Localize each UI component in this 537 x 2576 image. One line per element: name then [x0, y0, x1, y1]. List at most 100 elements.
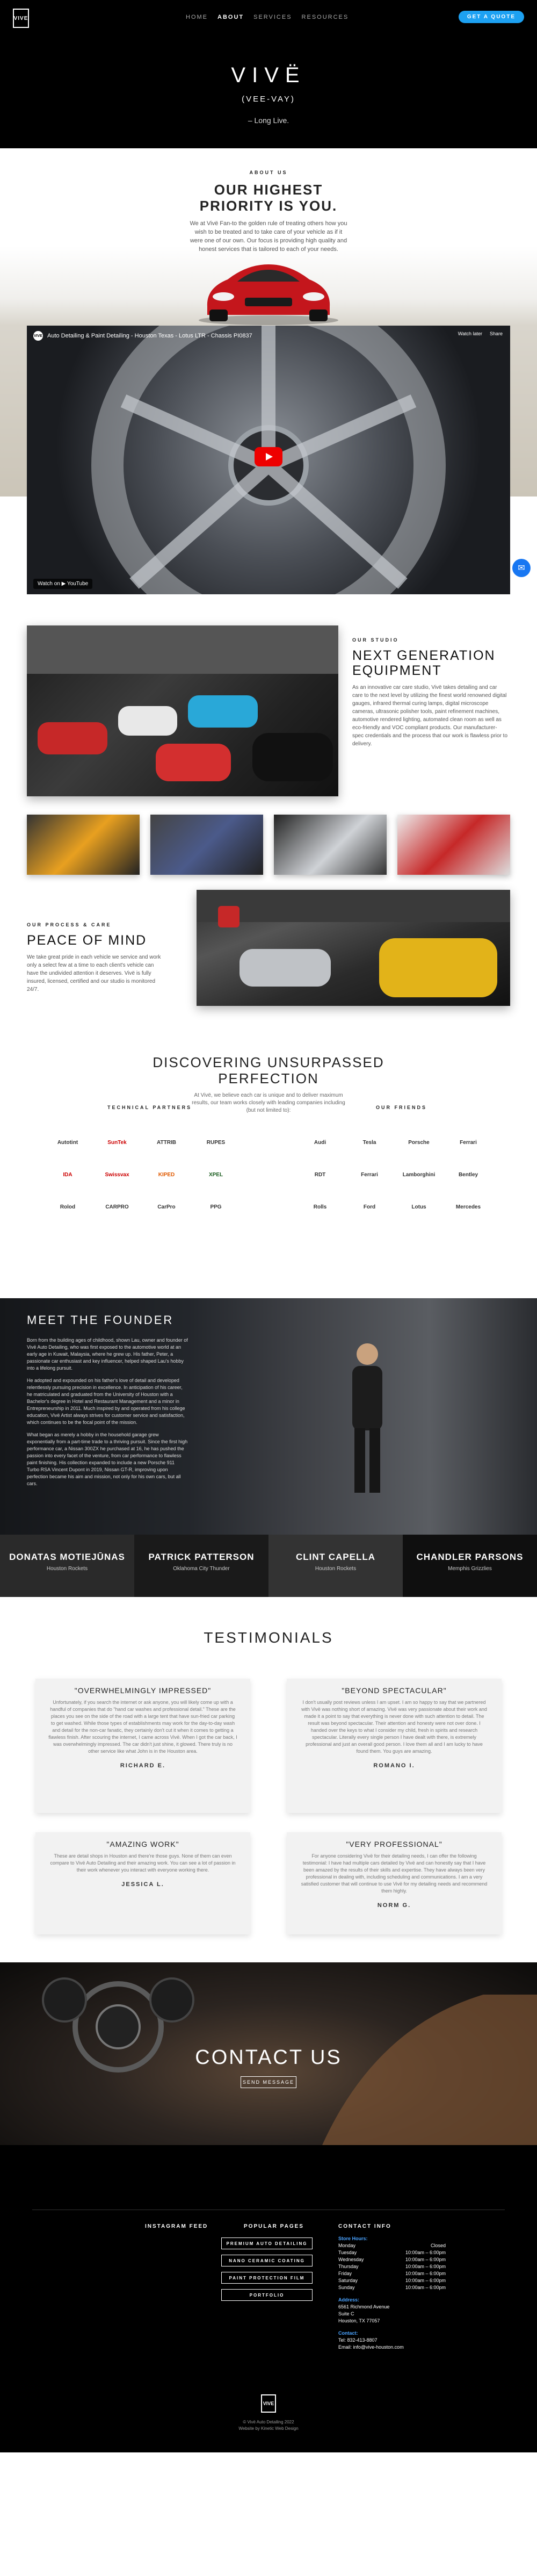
gallery-thumb-white-car[interactable] [274, 815, 387, 875]
partner-logo[interactable]: CarPro [142, 1191, 191, 1223]
contact-heading: CONTACT US [195, 2046, 342, 2069]
contact-label: Contact: [338, 2330, 358, 2336]
footer-logo[interactable]: VIVE [261, 2394, 276, 2413]
founder-bio: Born from the building ages of childhood… [27, 1337, 188, 1487]
peace-section: OUR PROCESS & CARE PEACE OF MIND We take… [0, 890, 537, 1051]
studio-cars-illustration [27, 625, 338, 781]
address-line[interactable]: 6561 Richmond Avenue [338, 2304, 446, 2311]
studio-garage-image [27, 625, 338, 796]
popular-pages-label: POPULAR PAGES [244, 2224, 304, 2229]
testimonial-author: NORM G. [377, 1902, 411, 1909]
clients-strip: DONATAS MOTIEJŪNAS Houston Rockets PATRI… [0, 1535, 537, 1597]
friend-logo[interactable]: Lamborghini [394, 1159, 444, 1191]
studio-eyebrow: OUR STUDIO [352, 637, 399, 643]
video-title[interactable]: Auto Detailing & Paint Detailing - Houst… [47, 333, 252, 339]
gallery-thumb-red-car[interactable] [397, 815, 510, 875]
link-portfolio[interactable]: PORTFOLIO [221, 2289, 313, 2301]
gallery-thumb-orange-car[interactable] [27, 815, 140, 875]
hours-day: Monday [338, 2243, 356, 2248]
address-line[interactable]: Houston, TX 77057 [338, 2318, 446, 2325]
watch-on-youtube-link[interactable]: Watch on ▶ YouTube [33, 579, 93, 589]
friend-logo[interactable]: Mercedes [444, 1191, 493, 1223]
partner-logo[interactable]: Swissvax [92, 1159, 142, 1191]
nav-home[interactable]: HOME [186, 14, 208, 20]
partner-logo[interactable]: RUPES [191, 1126, 241, 1159]
partner-logo[interactable]: SunTek [92, 1126, 142, 1159]
copyright-text: © Vivë Auto Detailing 2022 [243, 2420, 294, 2424]
partner-logo[interactable]: Autotint [43, 1126, 92, 1159]
partner-logo[interactable]: CARPRO [92, 1191, 142, 1223]
founder-paragraph: Born from the building ages of childhood… [27, 1337, 188, 1371]
testimonial-card: "VERY PROFESSIONAL" For anyone consideri… [287, 1832, 502, 1934]
get-quote-button[interactable]: GET A QUOTE [458, 11, 524, 23]
partner-logo[interactable]: PPG [191, 1191, 241, 1223]
studio-section: OUR STUDIO NEXT GENERATION EQUIPMENT As … [0, 610, 537, 890]
link-paint-protection-film[interactable]: PAINT PROTECTION FILM [221, 2272, 313, 2284]
partner-logo[interactable]: KIPED [142, 1159, 191, 1191]
youtube-embed[interactable]: VIVE Auto Detailing & Paint Detailing - … [27, 326, 510, 594]
watch-later-button[interactable]: Watch later [458, 331, 482, 336]
hours-time: 10:00am – 6:00pm [405, 2271, 446, 2276]
hours-row: Tuesday 10:00am – 6:00pm [338, 2249, 446, 2256]
share-button[interactable]: Share [490, 331, 503, 336]
site-logo[interactable]: VIVE [13, 9, 29, 28]
nav-services[interactable]: SERVICES [253, 14, 292, 20]
friend-logo[interactable]: Rolls [295, 1191, 345, 1223]
channel-logo[interactable]: VIVE [33, 331, 43, 341]
messenger-chat-icon[interactable]: ✉ [512, 559, 531, 577]
testimonial-title: "BEYOND SPECTACULAR" [342, 1686, 447, 1695]
peace-eyebrow: OUR PROCESS & CARE [27, 922, 112, 927]
about-section: ABOUT US OUR HIGHEST PRIORITY IS YOU. We… [0, 148, 537, 326]
partner-logo[interactable]: XPEL [191, 1159, 241, 1191]
client-card: DONATAS MOTIEJŪNAS Houston Rockets [0, 1535, 134, 1597]
link-premium-auto-detailing[interactable]: PREMIUM AUTO DETAILING [221, 2237, 313, 2249]
phone-link[interactable]: Tel: 832-413-8807 [338, 2337, 446, 2344]
address-line[interactable]: Suite C [338, 2311, 446, 2318]
hours-day: Wednesday [338, 2257, 364, 2262]
hero-header: VIVE HOME ABOUT SERVICES RESOURCES GET A… [0, 0, 537, 148]
client-team: Memphis Grizzlies [448, 1566, 492, 1572]
founder-heading: MEET THE FOUNDER [27, 1313, 174, 1327]
hero-title: VIVË [231, 63, 306, 87]
partner-logo[interactable]: IDA [43, 1159, 92, 1191]
friend-logo[interactable]: Ferrari [345, 1159, 394, 1191]
client-team: Houston Rockets [315, 1566, 357, 1572]
red-car-image [199, 264, 338, 325]
friend-logo[interactable]: Audi [295, 1126, 345, 1159]
email-link[interactable]: Email: info@vive-houston.com [338, 2344, 446, 2351]
friend-logo[interactable]: Ford [345, 1191, 394, 1223]
founder-section: MEET THE FOUNDER Born from the building … [0, 1298, 537, 1535]
address-label: Address: [338, 2297, 360, 2302]
partner-logo[interactable]: ATTRIB [142, 1126, 191, 1159]
send-message-button[interactable]: SEND MESSAGE [241, 2076, 296, 2088]
testimonials-heading: TESTIMONIALS [204, 1629, 333, 1646]
credit-link[interactable]: Website by Kinetic Web Design [0, 2426, 537, 2432]
gallery-thumb-blue-car[interactable] [150, 815, 263, 875]
hours-time: 10:00am – 6:00pm [405, 2250, 446, 2255]
video-title-bar[interactable]: VIVE Auto Detailing & Paint Detailing - … [33, 331, 252, 341]
hours-time: 10:00am – 6:00pm [405, 2257, 446, 2262]
friend-logo[interactable]: Tesla [345, 1126, 394, 1159]
testimonial-author: ROMANO I. [373, 1762, 415, 1769]
hours-day: Friday [338, 2271, 352, 2276]
friend-logo[interactable]: Bentley [444, 1159, 493, 1191]
founder-paragraph: What began as merely a hobby in the hous… [27, 1432, 188, 1486]
about-heading: OUR HIGHEST PRIORITY IS YOU. [0, 182, 537, 214]
friend-logo[interactable]: Lotus [394, 1191, 444, 1223]
partner-logo[interactable]: Rolod [43, 1191, 92, 1223]
play-button[interactable] [255, 447, 282, 466]
friend-logo[interactable]: Ferrari [444, 1126, 493, 1159]
nav-resources[interactable]: RESOURCES [302, 14, 349, 20]
nav-about[interactable]: ABOUT [217, 14, 244, 20]
client-name: CHANDLER PARSONS [416, 1552, 524, 1562]
peace-text: OUR PROCESS & CARE PEACE OF MIND We take… [27, 922, 166, 994]
hours-time: 10:00am – 6:00pm [405, 2285, 446, 2290]
discover-heading: DISCOVERING UNSURPASSED PERFECTION [0, 1051, 537, 1086]
about-eyebrow: ABOUT US [249, 170, 288, 175]
hours-day: Thursday [338, 2264, 359, 2269]
technical-partners-label: TECHNICAL PARTNERS [107, 1105, 192, 1110]
friends-grid: Audi Tesla Porsche Ferrari RDT Ferrari L… [295, 1126, 493, 1223]
link-nano-ceramic-coating[interactable]: NANO CERAMIC COATING [221, 2255, 313, 2266]
friend-logo[interactable]: RDT [295, 1159, 345, 1191]
friend-logo[interactable]: Porsche [394, 1126, 444, 1159]
